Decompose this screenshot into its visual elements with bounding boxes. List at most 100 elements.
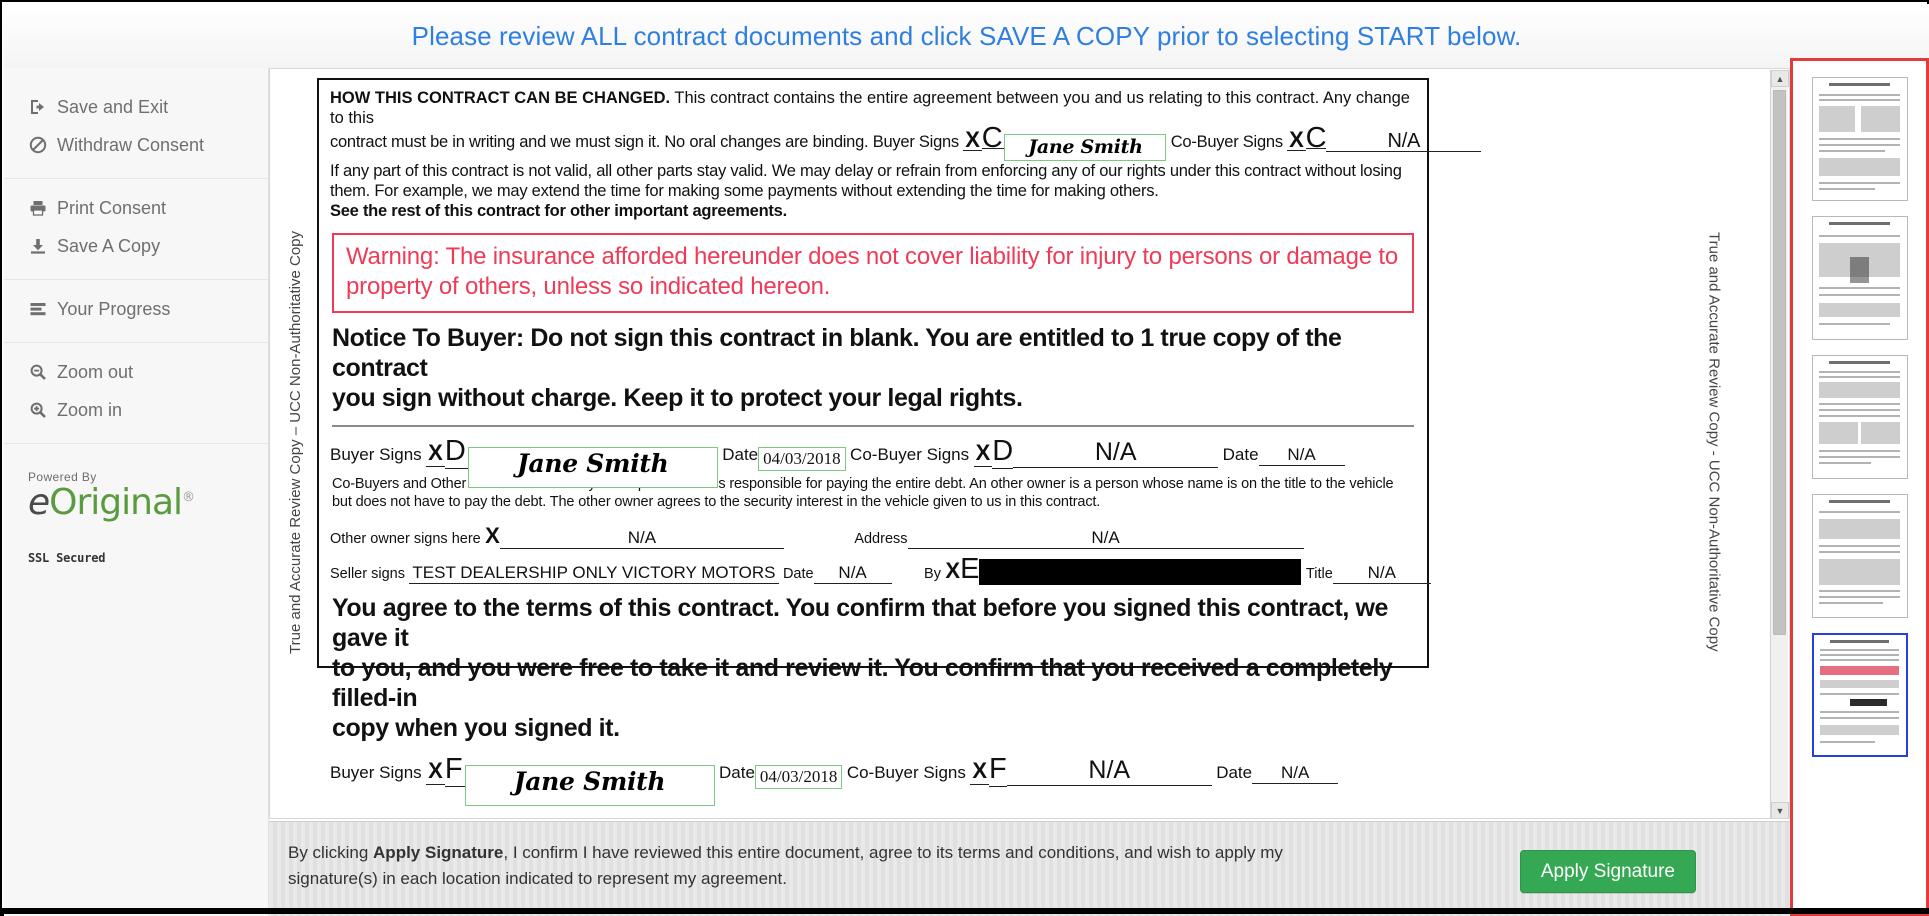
cobuyer-signs-label: Co-Buyer Signs (846, 763, 966, 782)
buyer-signature-row-c: contract must be in writing and we must … (330, 122, 1482, 161)
agreement-statement: You agree to the terms of this contract.… (332, 593, 1414, 743)
sidebar-item-label: Zoom out (57, 362, 134, 382)
sidebar-item-label: Save and Exit (57, 97, 169, 117)
scroll-up-arrow[interactable]: ▲ (1771, 70, 1789, 87)
x-mark: X (426, 440, 445, 467)
buyer-signature-row-d: Buyer Signs XD Jane Smith Date 04/03/2018 … (330, 435, 1416, 488)
thumbnail-page-2[interactable] (1811, 216, 1908, 340)
para-1b: contract must be in writing and we must … (330, 133, 869, 151)
para-2: If any part of this contract is not vali… (330, 162, 1402, 180)
window-bottom-strip (2, 908, 1929, 914)
thumbnail-page-5[interactable] (1811, 633, 1908, 757)
date-value: 04/03/2018 (759, 767, 838, 786)
thumbnail-page-4[interactable] (1811, 494, 1908, 618)
cobuyer-signs-label: Co-Buyer Signs (850, 445, 970, 464)
page-thumbnail-panel[interactable] (1790, 58, 1929, 916)
sidebar-item-print-consent[interactable]: Print Consent (4, 189, 268, 227)
date-label: Date (782, 566, 814, 582)
cobuyer-date-na-d: N/A (1258, 445, 1345, 466)
instruction-banner-text: Please review ALL contract documents and… (411, 20, 1522, 51)
signature-tag-d2: D (992, 435, 1014, 469)
x-mark: X (426, 758, 445, 785)
title-na: N/A (1332, 563, 1431, 584)
sidebar-item-your-progress[interactable]: Your Progress (4, 290, 268, 328)
watermark-text: True and Accurate Review Copy – UCC Non-… (286, 230, 304, 654)
notice-line-1: Notice To Buyer: Do not sign this contra… (332, 324, 1342, 382)
chevron-down-icon: ▼ (1775, 805, 1785, 816)
signature-value: Jane Smith (516, 449, 669, 478)
para-4: See the rest of this contract for other … (330, 202, 787, 220)
signature-tag-f2: F (989, 753, 1007, 787)
scrollbar-thumb[interactable] (1773, 90, 1786, 635)
other-owner-na: N/A (499, 528, 784, 549)
thumbnail-page-3[interactable] (1811, 355, 1908, 479)
address-label: Address (854, 531, 908, 547)
date-label: Date (718, 763, 755, 782)
document-scroll-area[interactable]: True and Accurate Review Copy – UCC Non-… (269, 68, 1790, 819)
printer-icon (28, 198, 48, 218)
zoom-out-icon (28, 362, 48, 382)
cobuyer-signature-na-d: N/A (1013, 438, 1219, 468)
signature-field-f[interactable]: Jane Smith (464, 765, 715, 806)
divider-rule (332, 425, 1414, 427)
thumbnail-page-1[interactable] (1811, 77, 1908, 201)
signature-value: Jane Smith (513, 767, 666, 796)
sidebar-group-progress: Your Progress (4, 280, 268, 343)
buyer-signs-label: Buyer Signs (330, 763, 422, 782)
cobuyer-signature-na-f: N/A (1006, 756, 1212, 786)
watermark-text: True and Accurate Review Copy - UCC Non-… (1705, 232, 1723, 652)
seller-signs-row: Seller signs TEST DEALERSHIP ONLY VICTOR… (330, 553, 1431, 585)
apply-signature-bar: By clicking Apply Signature, I confirm I… (269, 821, 1790, 916)
signature-tag-c2: C (1305, 122, 1327, 154)
apply-signature-button[interactable]: Apply Signature (1519, 850, 1696, 893)
logo-word: Original (49, 482, 183, 523)
cobuyer-signature-na-c: N/A (1326, 131, 1482, 152)
watermark-rail-right: True and Accurate Review Copy - UCC Non-… (1703, 79, 1725, 805)
sidebar-group-session: Save and Exit Withdraw Consent (4, 78, 268, 179)
signature-value: Jane Smith (1028, 136, 1143, 158)
seller-signs-label: Seller signs (330, 566, 405, 582)
agreement-line-3: copy when you signed it. (332, 714, 620, 742)
sidebar-item-save-and-exit[interactable]: Save and Exit (4, 88, 268, 126)
registered-mark: ® (182, 490, 195, 505)
x-mark: X (963, 127, 982, 152)
signature-field-d[interactable]: Jane Smith (467, 447, 718, 488)
document-vertical-scrollbar[interactable]: ▲ ▼ (1770, 70, 1789, 818)
signature-field-c[interactable]: Jane Smith (1004, 134, 1167, 161)
scroll-down-arrow[interactable]: ▼ (1771, 802, 1789, 818)
signature-tag-e: E (960, 553, 980, 585)
x-mark: X (485, 523, 500, 548)
x-mark: X (945, 558, 961, 583)
contract-body-box: HOW THIS CONTRACT CAN BE CHANGED. This c… (317, 78, 1482, 806)
sidebar-item-zoom-in[interactable]: Zoom in (4, 391, 268, 429)
disclaimer-bold: Apply Signature (373, 843, 504, 862)
x-mark: X (970, 758, 990, 785)
address-na: N/A (907, 528, 1304, 549)
chevron-up-icon: ▲ (1775, 73, 1785, 84)
sidebar-group-zoom: Zoom out Zoom in (4, 343, 268, 444)
date-field-f[interactable]: 04/03/2018 (754, 765, 843, 789)
title-label: Title (1305, 566, 1333, 582)
buyer-signature-row-f: Buyer Signs XF Jane Smith Date 04/03/2018 … (330, 753, 1416, 806)
sidebar-item-withdraw-consent[interactable]: Withdraw Consent (4, 126, 268, 164)
sidebar-item-save-a-copy[interactable]: Save A Copy (4, 227, 268, 265)
sidebar-item-label: Save A Copy (57, 236, 161, 256)
signature-tag-d: D (444, 435, 468, 469)
download-icon (28, 236, 48, 256)
sidebar: Save and Exit Withdraw Consent Print Con… (4, 68, 269, 916)
document-viewer: True and Accurate Review Copy – UCC Non-… (269, 68, 1790, 916)
x-mark: X (973, 440, 993, 467)
sidebar-group-output: Print Consent Save A Copy (4, 179, 268, 280)
x-mark: X (1287, 127, 1306, 152)
seller-name-value: TEST DEALERSHIP ONLY VICTORY MOTORS (409, 563, 779, 584)
date-field-d[interactable]: 04/03/2018 (758, 447, 846, 471)
sidebar-item-label: Your Progress (57, 299, 171, 319)
signature-tag-c: C (981, 122, 1005, 154)
ssl-secured-label: SSL Secured (28, 551, 106, 565)
sidebar-item-zoom-out[interactable]: Zoom out (4, 353, 268, 391)
sidebar-item-label: Print Consent (57, 198, 167, 218)
watermark-rail-left: True and Accurate Review Copy – UCC Non-… (284, 79, 306, 805)
brand-block: Powered By eOriginal® SSL Secured (4, 444, 268, 565)
cobuyer-signs-label: Co-Buyer Signs (1170, 133, 1283, 151)
section-heading: HOW THIS CONTRACT CAN BE CHANGED. (330, 89, 671, 107)
